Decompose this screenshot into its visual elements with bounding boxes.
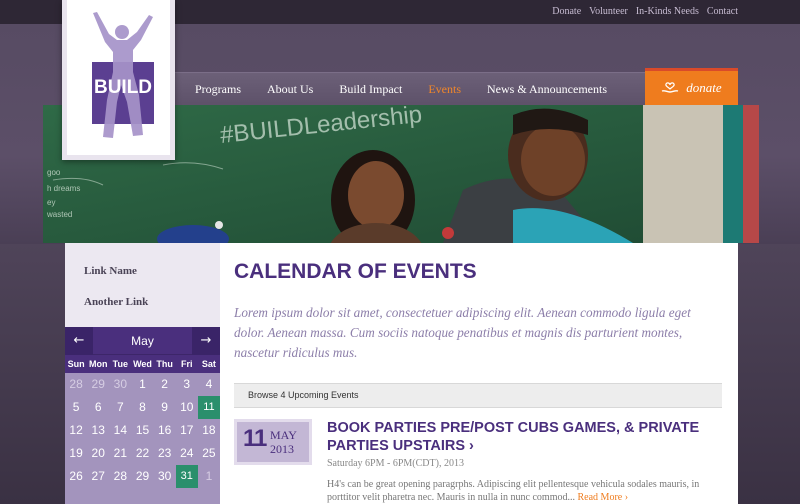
calendar-day[interactable]: 20 — [87, 442, 109, 465]
nav-item-about-us[interactable]: About Us — [254, 82, 326, 97]
nav-item-news[interactable]: News & Announcements — [474, 82, 620, 97]
weekday-tue: Tue — [112, 359, 129, 369]
event-day: 11 — [243, 425, 267, 452]
calendar-day[interactable]: 31 — [175, 465, 198, 488]
utility-link-donate[interactable]: Donate — [552, 6, 581, 17]
chalk-text-4: wasted — [46, 210, 72, 219]
calendar-day[interactable]: 24 — [176, 442, 198, 465]
calendar-day[interactable]: 28 — [65, 373, 87, 396]
calendar-day[interactable]: 16 — [154, 419, 176, 442]
calendar-day[interactable]: 12 — [65, 419, 87, 442]
hand-heart-icon — [662, 82, 679, 93]
chalk-text-2: h dreams — [47, 184, 80, 193]
event-description: H4's can be great opening paragrphs. Adi… — [327, 478, 727, 504]
donate-label: donate — [686, 80, 722, 95]
calendar-day[interactable]: 26 — [65, 465, 87, 488]
event-description-text: H4's can be great opening paragrphs. Adi… — [327, 479, 700, 503]
calendar-day[interactable]: 7 — [109, 396, 131, 419]
calendar-day[interactable]: 30 — [109, 373, 131, 396]
calendar-day[interactable]: 10 — [176, 396, 198, 419]
nav-item-programs[interactable]: Programs — [175, 82, 254, 97]
calendar-day[interactable]: 25 — [198, 442, 220, 465]
calendar-day[interactable]: 1 — [131, 373, 153, 396]
calendar-day[interactable]: 27 — [87, 465, 109, 488]
calendar-day[interactable]: 29 — [87, 373, 109, 396]
calendar-day[interactable]: 1 — [198, 465, 220, 488]
logo-text: BUILD — [93, 77, 153, 98]
calendar-day[interactable]: 5 — [65, 396, 87, 419]
weekday-fri: Fri — [181, 359, 193, 369]
utility-link-contact[interactable]: Contact — [707, 6, 738, 17]
mini-calendar: ← May → Sun Mon Tue Wed Thu Fri Sat 28 29… — [65, 326, 220, 504]
nav-item-build-impact[interactable]: Build Impact — [326, 82, 415, 97]
sidebar-link-1[interactable]: Link Name — [84, 265, 137, 277]
weekday-sun: Sun — [67, 359, 85, 369]
weekday-sat: Sat — [201, 359, 216, 369]
weekday-wed: Wed — [133, 359, 152, 369]
event-year: 2013 — [270, 442, 294, 456]
chalk-text-3: ey — [47, 198, 55, 207]
read-more-link[interactable]: Read More › — [578, 492, 629, 503]
calendar-day[interactable]: 8 — [131, 396, 153, 419]
calendar-day[interactable]: 30 — [154, 465, 176, 488]
event-title-link[interactable]: BOOK PARTIES PRE/POST CUBS GAMES, & PRIV… — [327, 419, 727, 455]
calendar-month: May — [131, 333, 154, 348]
nav-item-events[interactable]: Events — [415, 82, 474, 97]
chalk-text-1: goo — [47, 168, 61, 177]
event-date-badge: 11 MAY 2013 — [234, 419, 312, 465]
upcoming-events-bar[interactable]: Browse 4 Upcoming Events — [234, 383, 722, 408]
weekday-thu: Thu — [156, 359, 173, 369]
event-time: Saturday 6PM - 6PM(CDT), 2013 — [327, 458, 464, 469]
calendar-day[interactable]: 23 — [154, 442, 176, 465]
donate-button[interactable]: donate — [645, 68, 738, 105]
sidebar-link-2[interactable]: Another Link — [84, 296, 148, 308]
calendar-day[interactable]: 28 — [109, 465, 131, 488]
calendar-day[interactable]: 13 — [87, 419, 109, 442]
page-title: CALENDAR OF EVENTS — [234, 260, 477, 283]
calendar-day[interactable]: 17 — [176, 419, 198, 442]
calendar-header: ← May → — [65, 326, 220, 355]
calendar-day[interactable]: 21 — [109, 442, 131, 465]
utility-link-volunteer[interactable]: Volunteer — [589, 6, 628, 17]
calendar-day[interactable]: 6 — [87, 396, 109, 419]
intro-text: Lorem ipsum dolor sit amet, consectetuer… — [234, 305, 691, 360]
calendar-day[interactable]: 4 — [198, 373, 220, 396]
utility-nav: Donate Volunteer In-Kinds Needs Contact — [552, 6, 738, 17]
main-content: CALENDAR OF EVENTS Lorem ipsum dolor sit… — [220, 243, 738, 504]
event-month: MAY — [270, 428, 297, 442]
arrow-right-icon[interactable]: → — [192, 326, 220, 355]
sidebar: Link Name Another Link ← May → Sun Mon T… — [65, 243, 220, 504]
calendar-day[interactable]: 18 — [198, 419, 220, 442]
calendar-day[interactable]: 2 — [154, 373, 176, 396]
calendar-day[interactable]: 3 — [176, 373, 198, 396]
calendar-day[interactable]: 9 — [154, 396, 176, 419]
utility-link-inkind[interactable]: In-Kinds Needs — [636, 6, 699, 17]
calendar-day[interactable]: 29 — [131, 465, 153, 488]
calendar-day[interactable]: 11 — [197, 396, 220, 419]
calendar-grid: 28 29 30 1 2 3 4 5 6 7 8 9 10 11 12 13 14 15 16 17 18 19 20 21 2… — [65, 373, 220, 488]
calendar-day[interactable]: 22 — [131, 442, 153, 465]
weekday-mon: Mon — [88, 359, 108, 369]
calendar-day[interactable]: 14 — [109, 419, 131, 442]
arrow-left-icon[interactable]: ← — [65, 326, 93, 355]
calendar-weekdays: Sun Mon Tue Wed Thu Fri Sat — [65, 355, 220, 373]
calendar-day[interactable]: 15 — [131, 419, 153, 442]
calendar-day[interactable]: 19 — [65, 442, 87, 465]
main-nav: Programs About Us Build Impact Events Ne… — [175, 72, 645, 106]
site-logo[interactable]: BUILD — [62, 0, 175, 160]
